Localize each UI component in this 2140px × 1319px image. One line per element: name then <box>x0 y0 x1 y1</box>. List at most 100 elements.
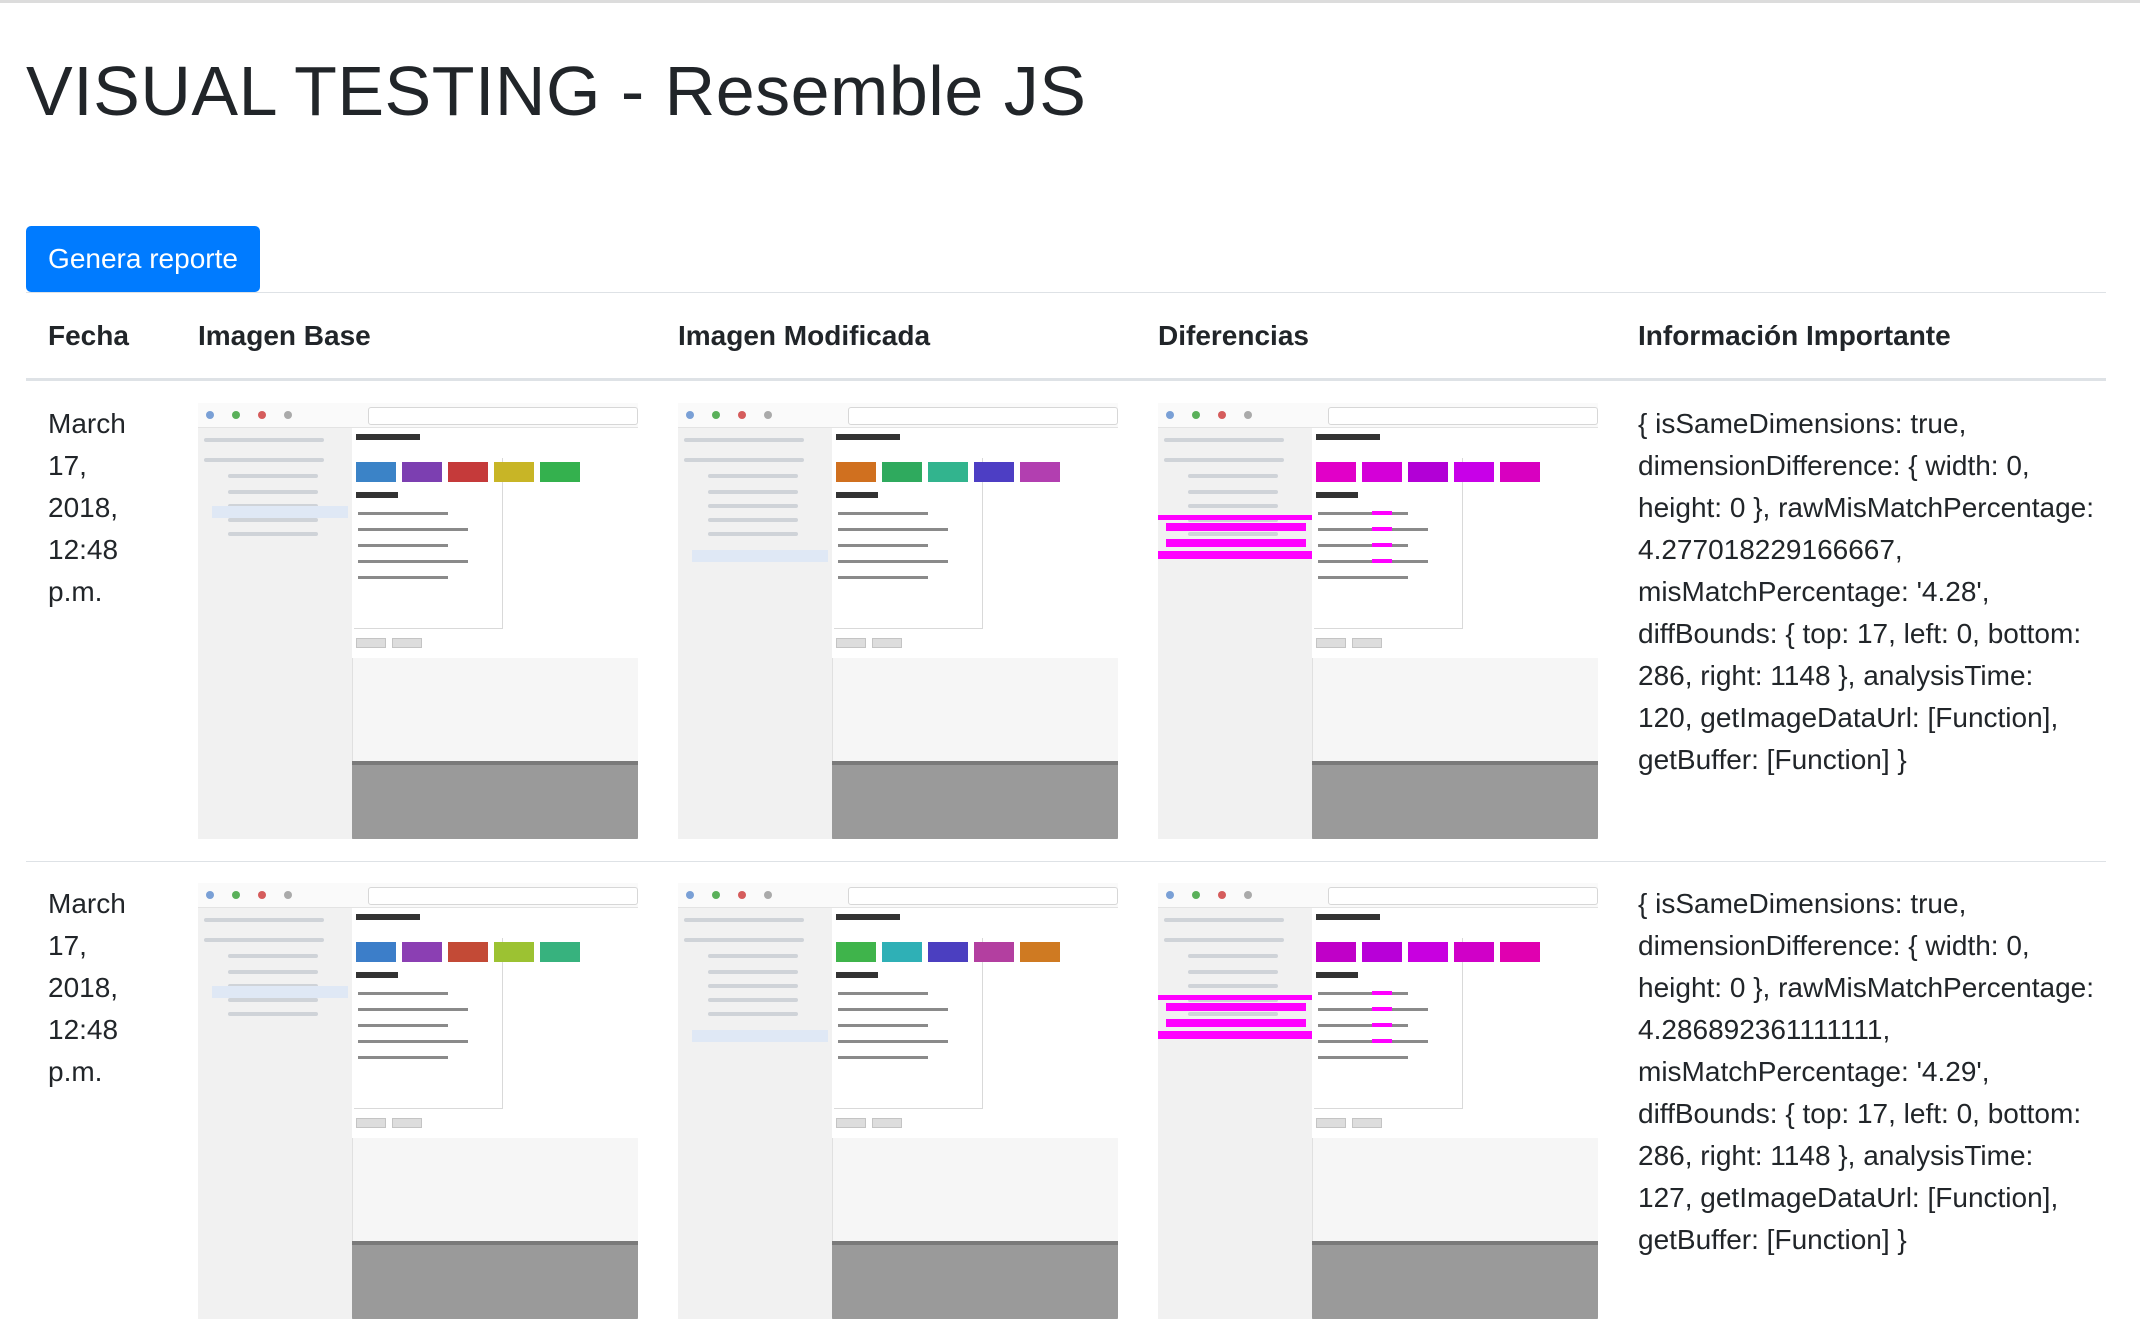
toolbar-dot <box>712 411 720 419</box>
css-heading <box>1316 492 1358 498</box>
sidebar-pane <box>678 908 833 1319</box>
browser-toolbar <box>1158 883 1598 908</box>
color-swatch <box>882 462 922 482</box>
css-rule-line <box>1318 576 1408 579</box>
color-swatch <box>1362 462 1402 482</box>
color-swatch <box>1020 942 1060 962</box>
color-swatch <box>928 942 968 962</box>
gray-footer-block <box>1312 761 1598 839</box>
color-swatch <box>1454 942 1494 962</box>
mini-button <box>1316 638 1346 648</box>
diff-image-thumbnail[interactable] <box>1158 883 1598 1319</box>
css-heading <box>836 972 878 978</box>
toolbar-dot <box>738 891 746 899</box>
generate-report-button[interactable]: Genera reporte <box>26 226 260 292</box>
css-rule-line <box>1318 1024 1408 1027</box>
css-heading <box>836 492 878 498</box>
diff-highlight <box>1158 1031 1312 1039</box>
gray-footer-block <box>832 761 1118 839</box>
sidebar-line <box>708 490 798 494</box>
sidebar-line <box>684 438 804 442</box>
color-swatch <box>402 942 442 962</box>
color-swatch <box>974 462 1014 482</box>
palette-heading <box>1316 914 1380 920</box>
window-top-border <box>0 0 2140 3</box>
color-swatch <box>836 942 876 962</box>
header-imagen-base: Imagen Base <box>198 320 371 351</box>
css-rule-line <box>838 1040 948 1043</box>
toolbar-dot <box>1218 411 1226 419</box>
sidebar-line <box>228 1012 318 1016</box>
sidebar-line <box>204 918 324 922</box>
sidebar-line <box>1188 504 1278 508</box>
content-panel <box>1312 428 1598 658</box>
toolbar-dot <box>1192 891 1200 899</box>
sidebar-line <box>204 458 324 462</box>
mini-button <box>356 638 386 648</box>
color-swatch <box>494 942 534 962</box>
gray-footer-block <box>352 1241 638 1319</box>
mini-button <box>836 638 866 648</box>
selected-item <box>692 1030 828 1042</box>
diff-highlight <box>1166 1003 1306 1011</box>
selected-item <box>212 986 348 998</box>
mini-button <box>1352 1118 1382 1128</box>
diff-highlight <box>1372 991 1392 995</box>
sidebar-pane <box>678 428 833 839</box>
sidebar-line <box>228 474 318 478</box>
toolbar-dot <box>1218 891 1226 899</box>
base-image-thumbnail[interactable] <box>198 403 638 839</box>
css-rule-line <box>1318 992 1408 995</box>
toolbar-dot <box>206 891 214 899</box>
diff-image-thumbnail[interactable] <box>1158 403 1598 839</box>
css-rule-line <box>358 1008 468 1011</box>
sidebar-line <box>1164 458 1284 462</box>
sidebar-line <box>1188 490 1278 494</box>
sidebar-line <box>708 970 798 974</box>
diff-highlight <box>1166 523 1306 531</box>
css-rule-line <box>358 1056 448 1059</box>
diff-highlight <box>1158 551 1312 559</box>
modified-image-thumbnail[interactable] <box>678 403 1118 839</box>
content-panel <box>1312 908 1598 1138</box>
info-cell: { isSameDimensions: true, dimensionDiffe… <box>1638 888 2095 1255</box>
sidebar-line <box>1188 954 1278 958</box>
toolbar-dot <box>284 891 292 899</box>
toolbar-dot <box>1166 891 1174 899</box>
sidebar-line <box>1188 970 1278 974</box>
toolbar-dot <box>258 411 266 419</box>
toolbar-dot <box>686 411 694 419</box>
diff-highlight <box>1158 995 1312 1000</box>
color-swatch <box>448 942 488 962</box>
css-rule-line <box>358 1040 468 1043</box>
gray-footer-block <box>1312 1241 1598 1319</box>
date-cell: March 17, 2018, 12:48 p.m. <box>48 408 126 607</box>
css-rule-line <box>358 512 448 515</box>
color-swatch <box>1316 942 1356 962</box>
mini-button <box>392 638 422 648</box>
color-swatch <box>402 462 442 482</box>
css-rule-line <box>358 544 448 547</box>
header-diferencias: Diferencias <box>1158 320 1309 351</box>
content-panel <box>352 428 638 658</box>
sidebar-pane <box>198 908 353 1319</box>
sidebar-line <box>708 998 798 1002</box>
color-swatch <box>1020 462 1060 482</box>
diff-highlight <box>1166 539 1306 547</box>
sidebar-line <box>1164 938 1284 942</box>
css-rule-line <box>838 560 948 563</box>
palette-heading <box>356 914 420 920</box>
css-rule-line <box>358 1024 448 1027</box>
css-rule-line <box>838 1008 948 1011</box>
browser-toolbar <box>678 403 1118 428</box>
palette-heading <box>836 914 900 920</box>
base-image-thumbnail[interactable] <box>198 883 638 1319</box>
sidebar-line <box>1164 918 1284 922</box>
color-swatch <box>1500 462 1540 482</box>
modified-image-thumbnail[interactable] <box>678 883 1118 1319</box>
scrollbar-track[interactable] <box>2118 3 2140 1249</box>
css-rule-line <box>838 1024 928 1027</box>
address-bar <box>848 407 1118 425</box>
browser-toolbar <box>198 883 638 908</box>
css-rule-line <box>1318 544 1408 547</box>
